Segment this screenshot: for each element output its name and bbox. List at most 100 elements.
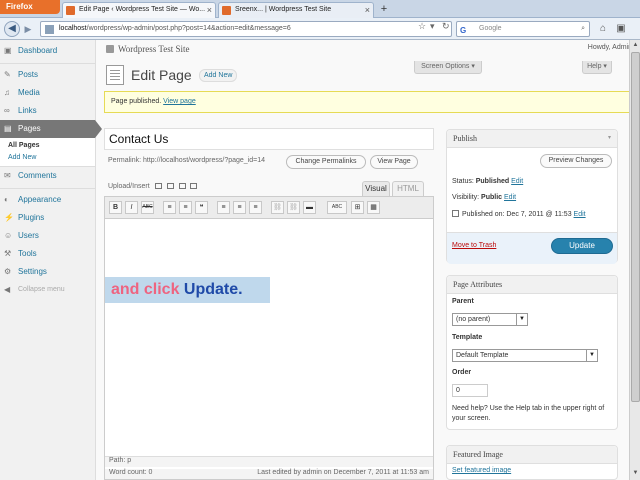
template-select[interactable]: Default Template ▼ [452,349,598,362]
menu-settings[interactable]: ⚙ Settings [0,263,95,281]
view-page-button[interactable]: View Page [370,155,418,169]
menu-comments[interactable]: ✉ Comments [0,167,95,185]
menu-media[interactable]: ♫ Media [0,84,95,102]
update-notice: Page published. View page [104,91,636,113]
scroll-thumb[interactable] [631,52,640,402]
browser-tab-edit-page[interactable]: Edit Page ‹ Wordpress Test Site — Wo... … [62,2,216,18]
forward-button[interactable]: ▶ [22,23,34,35]
menu-posts[interactable]: ✎ Posts [0,66,95,84]
site-title[interactable]: Wordpress Test Site [106,44,189,54]
move-to-trash-link[interactable]: Move to Trash [452,242,496,249]
close-tab-icon[interactable]: × [207,3,212,17]
firefox-menu-button[interactable]: Firefox [0,0,60,14]
browser-tab-site[interactable]: Sreenx... | Wordpress Test Site × [218,2,374,18]
menu-links[interactable]: ∞ Links [0,102,95,120]
search-bar[interactable]: G Google ⌕ [456,21,590,37]
admin-sidebar: ▣ Dashboard ✎ Posts ♫ Media ∞ Links ▤ Pages A… [0,40,102,480]
kitchen-sink-button[interactable]: ▦ [367,201,380,214]
align-center-button[interactable]: ≡ [233,201,246,214]
menu-plugins[interactable]: ⚡ Plugins [0,209,95,227]
editor-toolbar: B I ABC ≡ ≡ ❝ ≡ ≡ ≡ ⛓ ⛓ ▬ ABC ⊞ ▦ [105,197,433,219]
post-status-row: Status: Published Edit [452,178,523,185]
tab-html[interactable]: HTML [392,181,424,196]
reload-icon[interactable]: ↻ [442,21,450,32]
menu-label: Users [18,231,39,240]
preview-changes-button[interactable]: Preview Changes [540,154,612,168]
menu-dashboard[interactable]: ▣ Dashboard [0,42,95,60]
users-icon: ☺ [4,231,13,240]
toggle-arrow-icon[interactable]: ▾ [608,134,611,141]
add-audio-icon[interactable] [178,183,186,189]
back-button[interactable]: ◀ [4,21,20,37]
featured-image-box: Featured Image [446,445,618,480]
search-icon[interactable]: ⌕ [581,22,585,36]
editor-path-bar: Path: p [105,456,433,467]
tab-visual[interactable]: Visual [362,181,390,196]
change-permalinks-button[interactable]: Change Permalinks [286,155,366,169]
set-featured-image-link[interactable]: Set featured image [452,467,511,474]
bookmark-star-icon[interactable]: ☆ [418,21,426,32]
parent-selected-value: (no parent) [456,316,491,323]
pages-icon: ▤ [4,124,12,133]
menu-users[interactable]: ☺ Users [0,227,95,245]
bold-button[interactable]: B [109,201,122,214]
help-tab[interactable]: Help ▾ [582,61,612,74]
insert-more-button[interactable]: ▬ [303,201,316,214]
strikethrough-button[interactable]: ABC [141,201,154,214]
screen-options-tab[interactable]: Screen Options ▾ [414,61,482,74]
edit-status-link[interactable]: Edit [511,178,523,185]
bookmarks-icon[interactable]: ▣ [614,22,628,36]
post-title-input[interactable]: Contact Us [104,128,434,150]
chevron-down-icon: ▼ [586,350,597,361]
add-media-icon[interactable] [190,183,198,189]
menu-pages[interactable]: ▤ Pages [0,120,102,138]
collapse-menu-button[interactable]: ◀ Collapse menu [0,281,95,299]
word-count: Word count: 0 [109,469,153,476]
home-icon[interactable]: ⌂ [596,22,610,36]
align-left-button[interactable]: ≡ [217,201,230,214]
menu-appearance[interactable]: ◐ Appearance [0,191,95,209]
url-bar[interactable]: localhost/wordpress/wp-admin/post.php?po… [40,21,452,37]
submenu-all-pages[interactable]: All Pages [0,140,95,152]
order-input[interactable]: 0 [452,384,488,397]
content-editor[interactable]: B I ABC ≡ ≡ ❝ ≡ ≡ ≡ ⛓ ⛓ ▬ ABC ⊞ ▦ and cl… [104,196,434,480]
close-tab-icon[interactable]: × [365,3,370,17]
media-icon: ♫ [4,88,10,97]
update-button[interactable]: Update [551,238,613,254]
howdy-user-menu[interactable]: Howdy, Admin [588,44,632,51]
submenu-add-new[interactable]: Add New [0,152,95,164]
notice-text: Page published. [111,98,162,105]
dropdown-arrow-icon[interactable]: ▾ [430,21,435,32]
view-page-link[interactable]: View page [163,98,196,105]
menu-tools[interactable]: ⚒ Tools [0,245,95,263]
italic-button[interactable]: I [125,201,138,214]
add-video-icon[interactable] [166,183,174,189]
page-scrollbar[interactable]: ▲ ▼ [629,40,640,480]
align-right-button[interactable]: ≡ [249,201,262,214]
parent-label: Parent [452,298,474,305]
search-placeholder: Google [479,25,502,32]
wordpress-favicon-icon [222,6,231,15]
edit-visibility-link[interactable]: Edit [504,194,516,201]
blockquote-button[interactable]: ❝ [195,201,208,214]
fullscreen-button[interactable]: ⊞ [351,201,364,214]
scroll-up-icon[interactable]: ▲ [631,40,640,50]
word-count-bar: Word count: 0 Last edited by admin on De… [105,469,433,479]
admin-header: Wordpress Test Site Howdy, Admin [96,40,640,60]
menu-label: Media [18,88,40,97]
numbered-list-button[interactable]: ≡ [179,201,192,214]
edit-date-link[interactable]: Edit [574,211,586,218]
bullet-list-button[interactable]: ≡ [163,201,176,214]
add-new-page-button[interactable]: Add New [199,69,238,82]
unlink-button[interactable]: ⛓ [287,201,300,214]
scroll-down-icon[interactable]: ▼ [631,468,640,478]
order-label: Order [452,369,472,376]
add-image-icon[interactable] [154,183,162,189]
insert-link-button[interactable]: ⛓ [271,201,284,214]
status-value: Published [475,178,510,185]
new-tab-button[interactable]: + [376,2,392,16]
published-on-row: Published on: Dec 7, 2011 @ 11:53 Edit [452,210,586,218]
parent-select[interactable]: (no parent) ▼ [452,313,528,326]
comments-icon: ✉ [4,171,11,180]
spellcheck-button[interactable]: ABC [327,201,347,214]
